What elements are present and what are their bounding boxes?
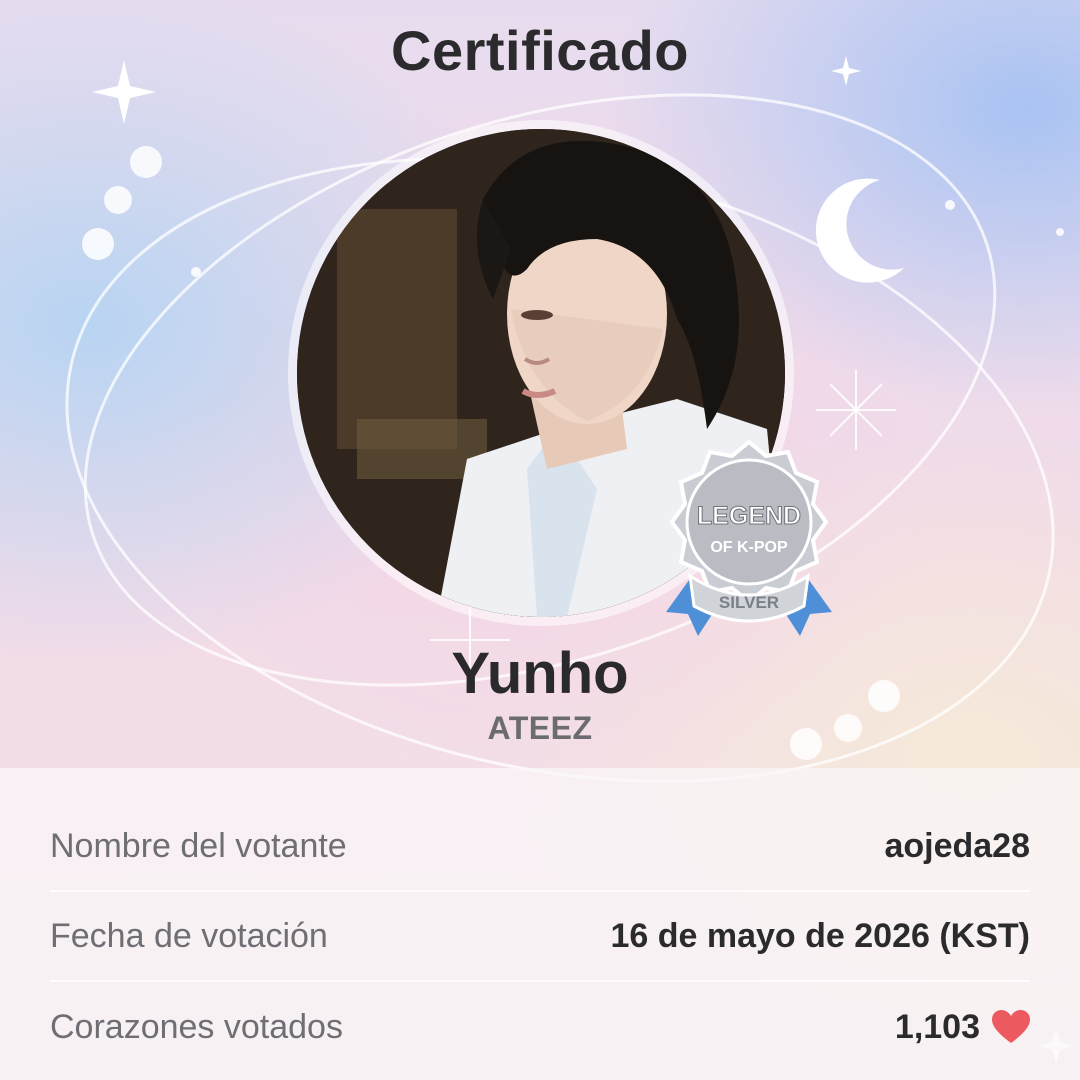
heart-icon [992,1010,1030,1043]
hearts-voted-row: Corazones votados 1,103 [50,982,1030,1072]
moon-icon [815,178,904,283]
artist-name: Yunho [451,641,629,706]
svg-text:OF K-POP: OF K-POP [710,539,788,556]
artist-group: ATEEZ [487,710,593,746]
svg-text:SILVER: SILVER [719,593,779,612]
svg-text:LEGEND: LEGEND [697,502,801,530]
vote-date-label: Fecha de votación [50,916,328,955]
vote-date-row: Fecha de votación 16 de mayo de 2026 (KS… [50,892,1030,982]
hearts-voted-value: 1,103 [894,1007,980,1046]
vote-date-value: 16 de mayo de 2026 (KST) [610,916,1030,955]
legend-of-kpop-silver-badge: LEGEND OF K-POP SILVER [666,439,832,636]
page-title: Certificado [391,19,689,82]
hearts-voted-value-group: 1,103 [895,1008,1030,1047]
voter-name-label: Nombre del votante [50,826,347,865]
hearts-voted-label: Corazones votados [50,1007,343,1046]
voter-name-row: Nombre del votante aojeda28 [50,802,1030,892]
voter-name-value: aojeda28 [884,826,1030,865]
